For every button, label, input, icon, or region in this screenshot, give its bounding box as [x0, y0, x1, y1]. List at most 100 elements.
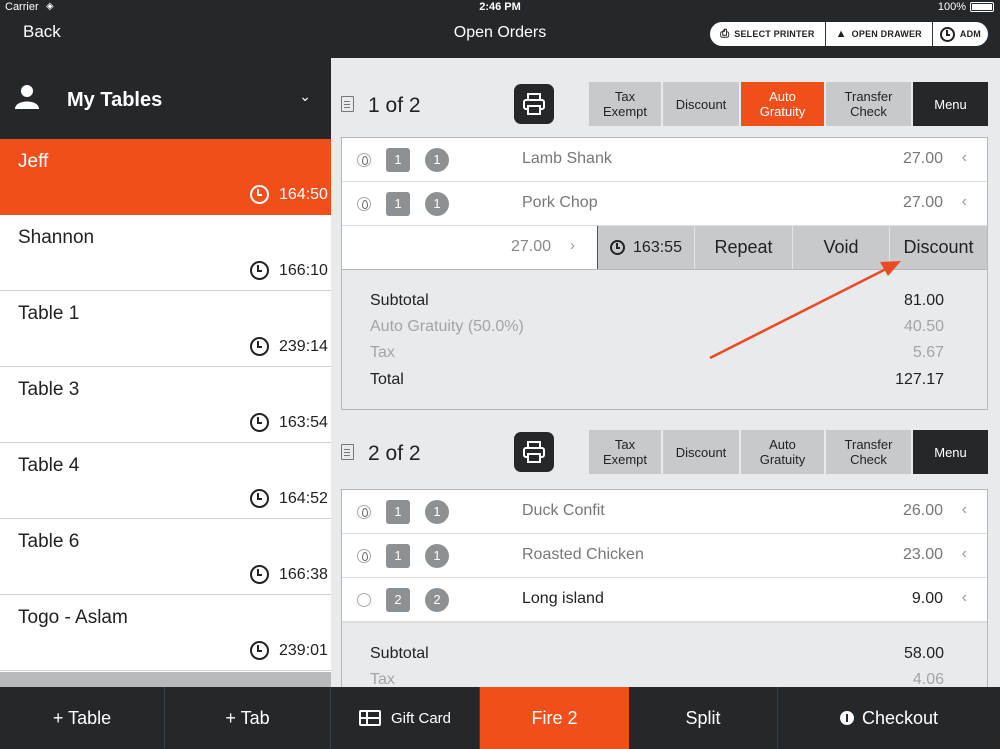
open-drawer-label: OPEN DRAWER [851, 29, 922, 39]
button-label: Auto Gratuity [759, 89, 806, 119]
menu-button[interactable]: Menu [913, 430, 988, 474]
clock-icon [250, 565, 269, 584]
fire-button[interactable]: Fire 2 [480, 687, 629, 749]
add-tab-button[interactable]: + Tab [165, 687, 331, 749]
auto-gratuity-button[interactable]: Auto Gratuity [741, 82, 824, 126]
seat-badge: 1 [386, 500, 410, 524]
clock-icon [250, 337, 269, 356]
transfer-check-button[interactable]: Transfer Check [826, 82, 911, 126]
table-name: Table 3 [18, 379, 80, 400]
table-time: 164:50 [279, 185, 328, 203]
clock-icon [250, 641, 269, 660]
swiped-item-actions: 27.00 › 163:55 Repeat Void Discount [342, 226, 987, 270]
item-price: 23.00 [902, 546, 943, 563]
add-table-button[interactable]: + Table [0, 687, 165, 749]
table-row[interactable]: Jeff 164:50 [0, 139, 331, 215]
chevron-left-icon[interactable]: ‹ [962, 149, 967, 167]
item-timer: 163:55 [598, 226, 694, 269]
print-check-button[interactable] [514, 84, 554, 124]
table-timer: 166:10 [250, 261, 328, 280]
open-drawer-button[interactable]: ▲ OPEN DRAWER [826, 22, 933, 46]
check-header: 1 of 2 Tax Exempt Discount Auto Gratuity T… [331, 82, 1000, 126]
chevron-down-icon[interactable]: ⌄ [299, 88, 311, 105]
chevron-left-icon[interactable]: ‹ [962, 501, 967, 519]
chevron-left-icon[interactable]: ‹ [962, 545, 967, 563]
list-item[interactable]: 1 1 Duck Confit 26.00 ‹ [342, 490, 987, 534]
my-tables-header[interactable]: My Tables ⌄ [0, 58, 331, 139]
menu-button[interactable]: Menu [913, 82, 988, 126]
chevron-left-icon[interactable]: ‹ [962, 589, 967, 607]
tax-row: Tax 4.06 [370, 671, 944, 687]
document-icon [341, 96, 354, 112]
gift-card-button[interactable]: Gift Card [331, 687, 480, 749]
table-row[interactable]: Table 6 166:38 [0, 519, 331, 595]
repeat-button[interactable]: Repeat [694, 226, 792, 269]
battery-label: 100% [937, 1, 966, 13]
table-name: Shannon [18, 227, 95, 248]
table-name: Table 1 [18, 303, 80, 324]
check-actions: Tax Exempt Discount Auto Gratuity Transfer… [589, 430, 988, 474]
table-row[interactable]: Shannon 166:10 [0, 215, 331, 291]
void-button[interactable]: Void [792, 226, 889, 269]
select-printer-button[interactable]: ⎙ SELECT PRINTER [710, 22, 826, 46]
item-price: 27.00 [510, 238, 551, 255]
discount-button[interactable]: Discount [663, 82, 739, 126]
bottom-toolbar: + Table + Tab Gift Card Fire 2 Split Che… [0, 687, 1000, 749]
subtotal-row: Subtotal 58.00 [370, 645, 944, 665]
button-label: Transfer Check [844, 89, 893, 119]
table-row[interactable]: Table 3 163:54 [0, 367, 331, 443]
table-row[interactable]: Togo - Aslam 239:01 [0, 595, 331, 671]
admin-label: ADM [959, 29, 981, 39]
item-name: Pork Chop [522, 194, 598, 211]
item-discount-button[interactable]: Discount [889, 226, 987, 269]
checkout-button[interactable]: Checkout [778, 687, 1000, 749]
swiped-item-summary[interactable]: 27.00 › [342, 226, 598, 269]
button-label: Tax Exempt [602, 89, 648, 119]
check-header: 2 of 2 Tax Exempt Discount Auto Gratuity T… [331, 430, 1000, 474]
fire-icon [357, 505, 371, 519]
split-button[interactable]: Split [629, 687, 778, 749]
list-item[interactable]: 1 1 Roasted Chicken 23.00 ‹ [342, 534, 987, 578]
list-item[interactable]: 2 2 Long island 9.00 ‹ [342, 578, 987, 622]
item-price: 27.00 [902, 194, 943, 211]
button-label: Tax Exempt [602, 437, 648, 467]
chevron-right-icon[interactable]: › [570, 237, 575, 254]
total-value: 40.50 [903, 318, 944, 335]
table-name: Table 4 [18, 455, 80, 476]
tax-exempt-button[interactable]: Tax Exempt [589, 82, 661, 126]
info-icon [839, 711, 854, 725]
drawer-icon: ▲ [835, 28, 847, 40]
quantity-badge: 1 [425, 148, 449, 172]
tables-sidebar: My Tables ⌄ Jeff 164:50 Shannon 166:10 T… [0, 58, 331, 687]
clock-icon [250, 185, 269, 204]
table-row[interactable]: Table 4 164:52 [0, 443, 331, 519]
check-items-list: 1 1 Duck Confit 26.00 ‹ 1 1 Roasted Chic… [341, 489, 988, 687]
auto-gratuity-button[interactable]: Auto Gratuity [741, 430, 824, 474]
check-items-list: 1 1 Lamb Shank 27.00 ‹ 1 1 Pork Chop 27.… [341, 137, 988, 410]
table-row[interactable]: Table 1 239:14 [0, 291, 331, 367]
tax-exempt-button[interactable]: Tax Exempt [589, 430, 661, 474]
discount-button[interactable]: Discount [663, 430, 739, 474]
table-timer: 163:54 [250, 413, 328, 432]
table-timer: 164:50 [250, 185, 328, 204]
seat-badge: 1 [386, 192, 410, 216]
print-check-button[interactable] [514, 432, 554, 472]
quantity-badge: 1 [425, 544, 449, 568]
quantity-badge: 2 [425, 588, 449, 612]
admin-button[interactable]: ADM [933, 22, 988, 46]
printer-icon: ⎙ [720, 27, 730, 40]
list-item[interactable]: 1 1 Pork Chop 27.00 ‹ [342, 182, 987, 226]
chevron-left-icon[interactable]: ‹ [962, 193, 967, 211]
clock-icon [250, 489, 269, 508]
transfer-check-button[interactable]: Transfer Check [826, 430, 911, 474]
total-value: 127.17 [895, 371, 944, 388]
list-item[interactable]: 1 1 Lamb Shank 27.00 ‹ [342, 138, 987, 182]
total-value: 4.06 [912, 671, 944, 687]
table-time: 166:10 [279, 261, 328, 279]
seat-badge: 2 [386, 588, 410, 612]
subtotal-row: Subtotal 81.00 [370, 292, 944, 312]
fire-icon [357, 197, 371, 211]
orders-panel[interactable]: 1 of 2 Tax Exempt Discount Auto Gratuity T… [331, 58, 1000, 687]
clock-label: 2:46 PM [479, 1, 521, 13]
check-number: 1 of 2 [368, 94, 421, 117]
